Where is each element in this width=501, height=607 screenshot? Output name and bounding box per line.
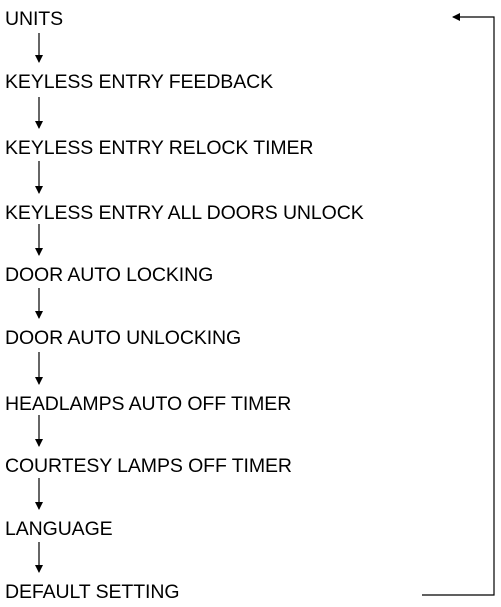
loop-back-arrow bbox=[422, 13, 495, 596]
flow-connectors bbox=[35, 13, 495, 596]
